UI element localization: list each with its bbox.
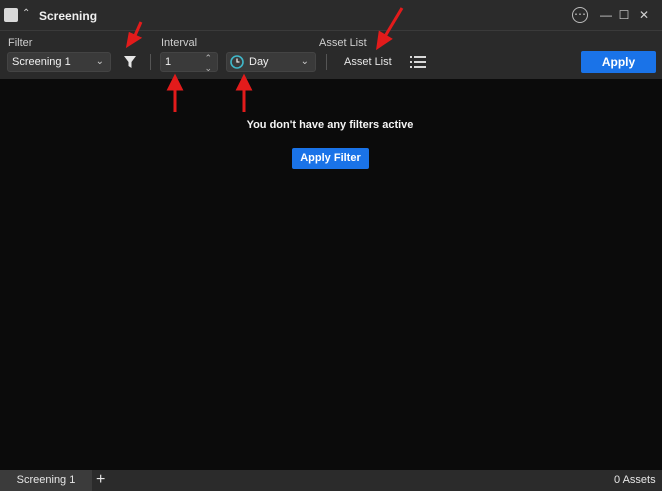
annotation-arrowhead [235,73,253,91]
annotation-arrow [382,7,404,39]
annotation-arrowhead [376,30,393,51]
annotation-arrows [125,7,404,112]
annotation-arrowhead [166,73,184,91]
annotation-arrowhead [125,31,143,49]
